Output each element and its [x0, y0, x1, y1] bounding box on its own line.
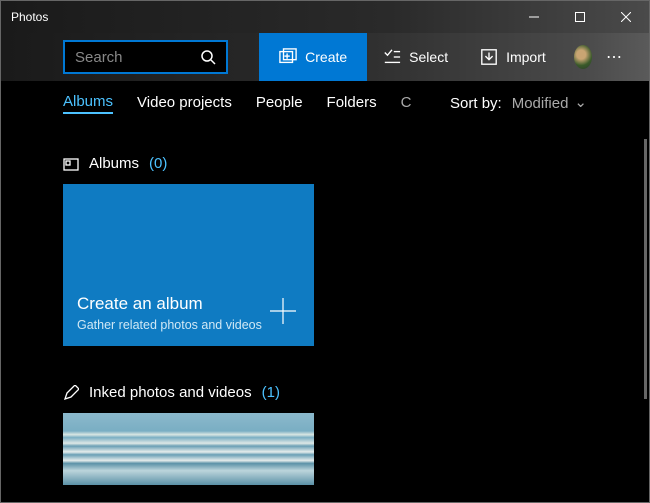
- create-button[interactable]: Create: [259, 33, 367, 81]
- tab-folders[interactable]: Folders: [327, 94, 377, 113]
- albums-section-count: (0): [149, 155, 167, 172]
- sort-label: Sort by:: [450, 95, 502, 112]
- search-input[interactable]: Search: [63, 40, 228, 74]
- create-icon: [279, 48, 297, 66]
- content-area: Albums (0) Create an album Gather relate…: [1, 125, 649, 502]
- inked-section-count: (1): [262, 384, 280, 401]
- tab-truncated[interactable]: C: [401, 94, 412, 113]
- import-button[interactable]: Import: [464, 33, 562, 81]
- select-icon: [383, 48, 401, 66]
- create-album-subtitle: Gather related photos and videos: [77, 318, 300, 332]
- create-album-tile[interactable]: Create an album Gather related photos an…: [63, 184, 314, 346]
- window-controls: [511, 1, 649, 33]
- minimize-button[interactable]: [511, 1, 557, 33]
- select-label: Select: [409, 49, 448, 65]
- toolbar: Search Create Select Import ⋯: [1, 33, 649, 81]
- tab-albums[interactable]: Albums: [63, 93, 113, 114]
- sort-control[interactable]: Sort by: Modified ⌄: [450, 94, 587, 112]
- chevron-down-icon: ⌄: [574, 93, 587, 111]
- select-button[interactable]: Select: [367, 33, 464, 81]
- scrollbar[interactable]: [644, 139, 647, 399]
- titlebar: Photos: [1, 1, 649, 33]
- inked-section-label: Inked photos and videos: [89, 384, 252, 401]
- user-avatar[interactable]: [574, 45, 592, 69]
- inked-section-header: Inked photos and videos (1): [63, 384, 587, 401]
- maximize-button[interactable]: [557, 1, 603, 33]
- search-icon: [200, 49, 216, 65]
- sort-value: Modified ⌄: [512, 94, 587, 112]
- search-placeholder: Search: [75, 49, 200, 66]
- albums-section-label: Albums: [89, 155, 139, 172]
- tabbar: Albums Video projects People Folders C S…: [1, 81, 649, 125]
- inked-photo-thumbnail[interactable]: [63, 413, 314, 485]
- pen-icon: [63, 385, 79, 401]
- tab-video-projects[interactable]: Video projects: [137, 94, 232, 113]
- create-label: Create: [305, 49, 347, 65]
- import-label: Import: [506, 49, 546, 65]
- albums-icon: [63, 156, 79, 172]
- tab-people[interactable]: People: [256, 94, 303, 113]
- create-album-title: Create an album: [77, 294, 300, 314]
- albums-section-header: Albums (0): [63, 155, 587, 172]
- plus-icon: [268, 296, 298, 326]
- app-title: Photos: [11, 10, 511, 24]
- more-button[interactable]: ⋯: [598, 47, 631, 67]
- close-button[interactable]: [603, 1, 649, 33]
- import-icon: [480, 48, 498, 66]
